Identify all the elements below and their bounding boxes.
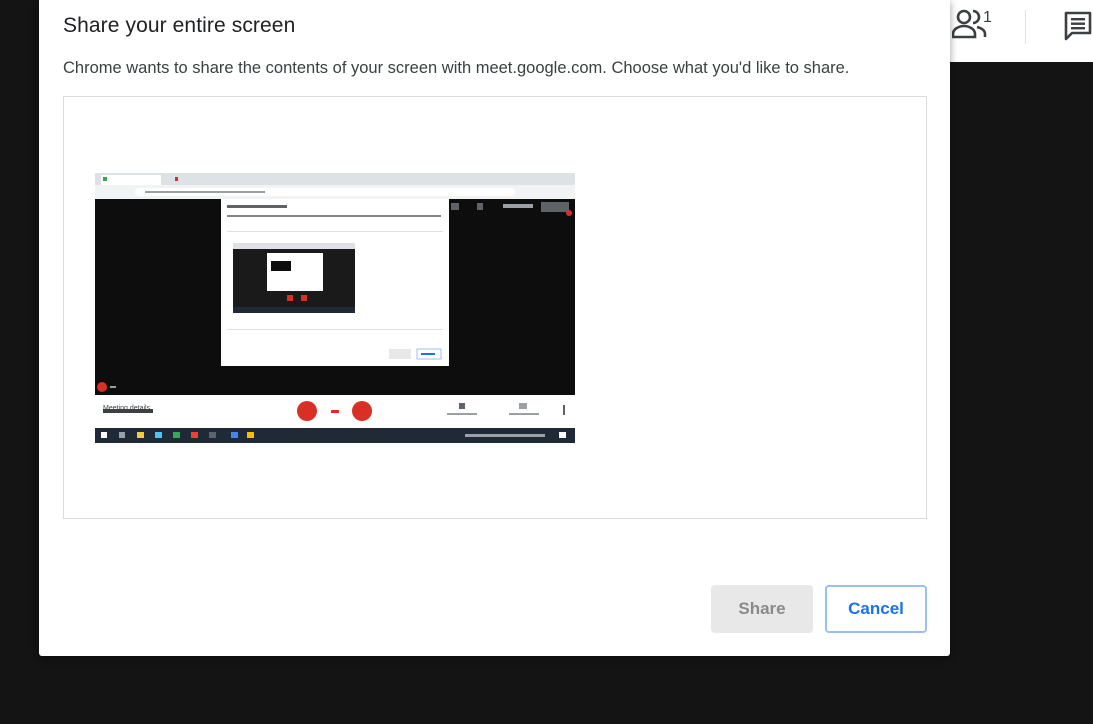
cancel-button-label: Cancel bbox=[848, 599, 904, 618]
screen-preview-area: Meeting details bbox=[63, 96, 927, 519]
thumbnail-meeting-details-label: Meeting details bbox=[103, 405, 151, 412]
screen-thumbnail-image bbox=[95, 173, 575, 443]
participant-count-badge: 1 bbox=[983, 9, 992, 26]
share-screen-dialog: Share your entire screen Chrome wants to… bbox=[39, 0, 950, 656]
people-button[interactable]: 1 bbox=[951, 6, 996, 46]
cancel-button[interactable]: Cancel bbox=[825, 585, 927, 633]
chat-button[interactable] bbox=[1063, 10, 1093, 44]
chat-icon bbox=[1064, 11, 1092, 41]
dialog-title: Share your entire screen bbox=[63, 14, 296, 37]
toolbar-divider bbox=[1025, 10, 1026, 44]
share-button[interactable]: Share bbox=[711, 585, 813, 633]
entire-screen-thumbnail[interactable]: Meeting details bbox=[95, 173, 575, 443]
dialog-description: Chrome wants to share the contents of yo… bbox=[63, 59, 850, 77]
share-button-label: Share bbox=[738, 599, 786, 618]
